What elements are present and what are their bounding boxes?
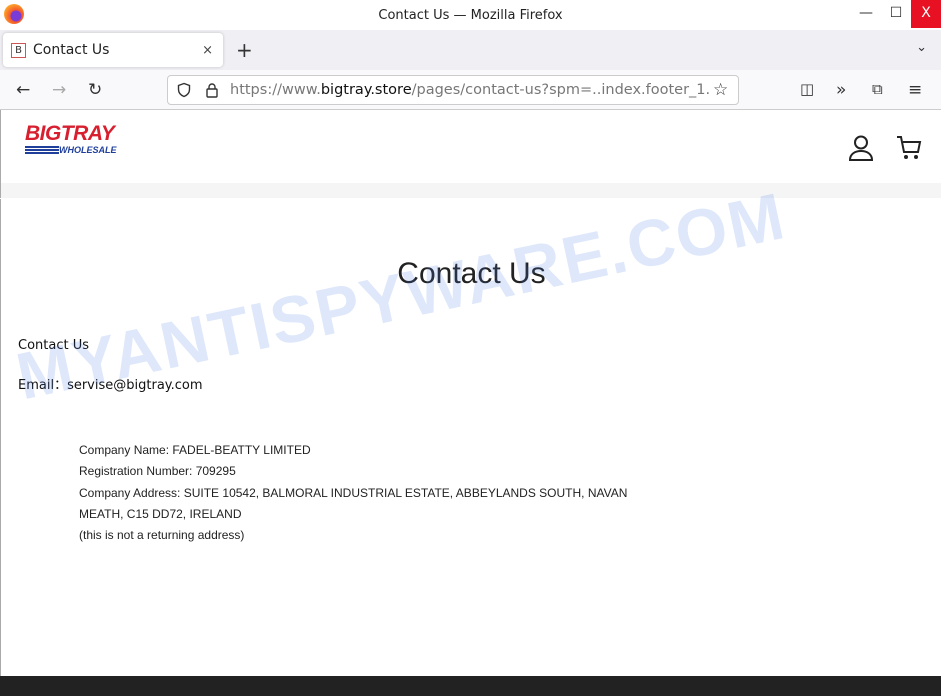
- nav-bar: ← → ↻ https://www. bigtray.store/pages/co…: [0, 70, 941, 110]
- contact-email: Email：servise@bigtray.com: [18, 378, 203, 393]
- header-divider-band: [0, 183, 941, 198]
- page-title: Contact Us: [397, 257, 546, 290]
- company-info: Company Name: FADEL-BEATTY LIMITED Regis…: [79, 440, 627, 546]
- account-icon[interactable]: [849, 135, 873, 161]
- window-titlebar: Contact Us — Mozilla Firefox — ☐ X: [0, 0, 941, 30]
- back-button[interactable]: ←: [16, 80, 30, 100]
- pocket-icon[interactable]: ◫: [800, 80, 814, 98]
- menu-icon[interactable]: ≡: [908, 80, 922, 100]
- tab-label: Contact Us: [33, 42, 110, 58]
- site-header: BIGTRAY WHOLESALE: [0, 110, 941, 183]
- firefox-logo-icon: [4, 4, 24, 24]
- shield-icon[interactable]: [176, 82, 192, 98]
- bigtray-logo[interactable]: BIGTRAY WHOLESALE: [25, 123, 133, 155]
- forward-button[interactable]: →: [52, 80, 66, 100]
- company-name: Company Name: FADEL-BEATTY LIMITED: [79, 443, 311, 457]
- close-window-button[interactable]: X: [911, 0, 941, 28]
- company-address-cont: MEATH, C15 DD72, IRELAND: [79, 506, 242, 521]
- cart-icon[interactable]: [896, 135, 922, 161]
- new-tab-button[interactable]: +: [236, 38, 253, 62]
- bookmark-star-icon[interactable]: ☆: [713, 80, 728, 100]
- contact-subtitle: Contact Us: [18, 338, 89, 353]
- registration-number: Registration Number: 709295: [79, 464, 236, 479]
- tab-bar: B Contact Us × + ⌄: [0, 30, 941, 70]
- minimize-button[interactable]: —: [851, 0, 881, 28]
- company-address: Company Address: SUITE 10542, BALMORAL I…: [79, 485, 628, 500]
- url-domain: bigtray.store: [320, 82, 412, 98]
- site-footer: [0, 676, 941, 696]
- tab-contact-us[interactable]: B Contact Us ×: [3, 33, 223, 67]
- lock-icon[interactable]: [204, 82, 220, 98]
- reload-button[interactable]: ↻: [88, 80, 102, 100]
- url-bar[interactable]: https://www. bigtray.store/pages/contact-…: [167, 75, 739, 105]
- url-prefix: https://www.: [230, 82, 321, 98]
- main-content: Contact Us Contact Us Email：servise@bigt…: [0, 199, 941, 676]
- window-title: Contact Us — Mozilla Firefox: [378, 7, 563, 23]
- close-tab-icon[interactable]: ×: [202, 43, 213, 58]
- url-path: /pages/contact-us?spm=..index.footer_1.: [411, 82, 711, 98]
- list-all-tabs-chevron-icon[interactable]: ⌄: [916, 40, 927, 55]
- maximize-button[interactable]: ☐: [881, 0, 911, 28]
- favicon-icon: B: [11, 42, 26, 58]
- overflow-chevrons-icon[interactable]: »: [836, 80, 846, 100]
- extensions-icon[interactable]: ⧉: [872, 80, 883, 98]
- address-note: (this is not a returning address): [79, 528, 245, 543]
